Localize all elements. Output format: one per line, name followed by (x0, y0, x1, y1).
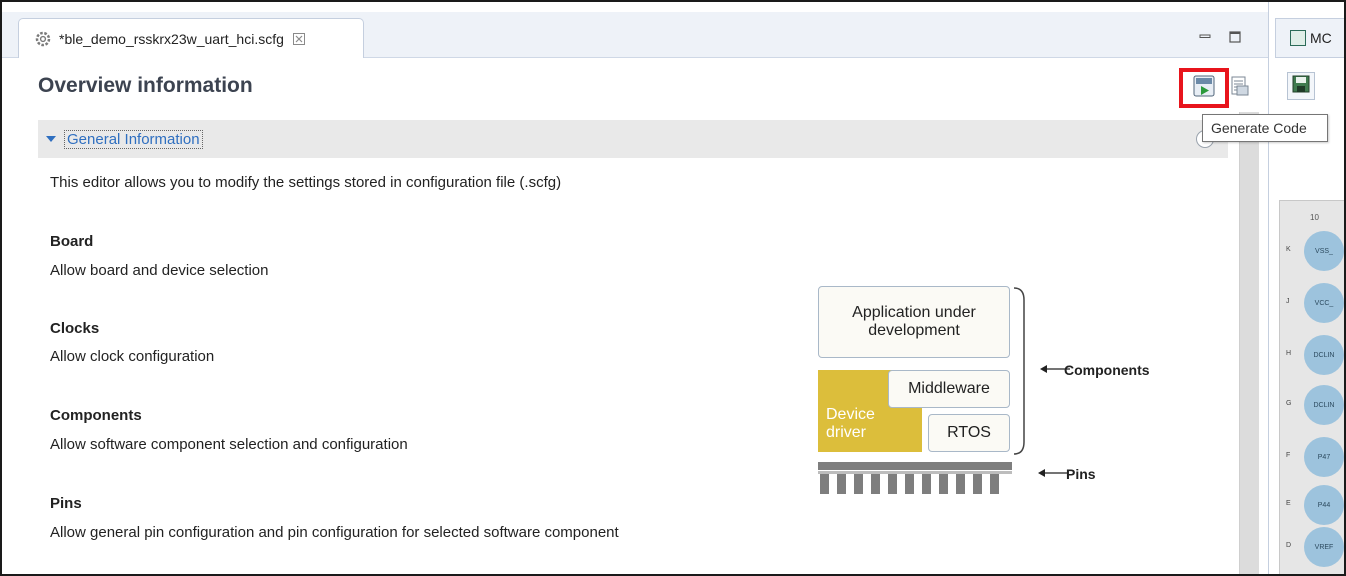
device-driver-label: Device driver (826, 406, 875, 441)
save-button[interactable] (1287, 72, 1315, 100)
pin-grid: 10 K VSS_ J VCC_ H DCLIN G DCLIN F P47 E… (1279, 200, 1344, 574)
pin-row-label: K (1286, 246, 1291, 253)
minimize-icon[interactable] (1198, 30, 1212, 44)
pin-row: G DCLIN (1280, 385, 1344, 425)
item-desc-components: Allow software component selection and c… (50, 436, 408, 453)
pin-circle[interactable]: DCLIN (1304, 335, 1344, 375)
page-title: Overview information (38, 74, 253, 97)
pin-row-label: F (1286, 452, 1291, 459)
middleware-label: Middleware (908, 380, 990, 397)
components-label: Components (1064, 362, 1150, 378)
editor-tab[interactable]: *ble_demo_rsskrx23w_uart_hci.scfg (18, 18, 364, 58)
pin-row-label: G (1286, 400, 1292, 407)
mcu-tab[interactable]: MC (1275, 18, 1344, 58)
pin-row: D VREF (1280, 527, 1344, 567)
item-heading-clocks: Clocks (50, 320, 100, 337)
pins-strip (818, 462, 1012, 494)
window-frame: *ble_demo_rsskrx23w_uart_hci.scfg Overvi… (0, 0, 1346, 576)
pin-row-label: E (1286, 500, 1291, 507)
item-desc-board: Allow board and device selection (50, 262, 269, 279)
pins-label: Pins (1066, 466, 1096, 482)
item-heading-board: Board (50, 233, 94, 250)
item-desc-pins: Allow general pin configuration and pin … (50, 524, 619, 541)
save-icon (1292, 75, 1310, 98)
vertical-scrollbar[interactable] (1239, 112, 1259, 574)
gear-icon (33, 29, 53, 49)
pin-row: K VSS_ (1280, 231, 1344, 271)
generate-report-icon (1231, 76, 1249, 101)
pin-row: E P44 (1280, 485, 1344, 525)
architecture-diagram: Application under development Device dri… (812, 286, 1162, 506)
mcu-tab-label: MC (1310, 30, 1332, 46)
pin-row-label: D (1286, 542, 1292, 549)
generate-code-button[interactable] (1179, 68, 1229, 108)
config-editor: *ble_demo_rsskrx23w_uart_hci.scfg Overvi… (2, 2, 1268, 574)
item-heading-pins: Pins (50, 495, 82, 512)
pin-row: J VCC_ (1280, 283, 1344, 323)
pin-circle[interactable]: P44 (1304, 485, 1344, 525)
editor-tabbar: *ble_demo_rsskrx23w_uart_hci.scfg (2, 12, 1268, 58)
pins-arrow-icon (1038, 469, 1068, 477)
pin-circle[interactable]: VCC_ (1304, 283, 1344, 323)
rtos-label: RTOS (947, 424, 991, 441)
generate-code-icon (1193, 75, 1215, 102)
editor-tab-label: *ble_demo_rsskrx23w_uart_hci.scfg (59, 30, 284, 47)
item-desc-clocks: Allow clock configuration (50, 348, 215, 365)
pin-circle[interactable]: VREF (1304, 527, 1344, 567)
chip-icon (1290, 30, 1306, 46)
middleware-box: Middleware (888, 370, 1010, 408)
maximize-icon[interactable] (1228, 30, 1242, 44)
pin-row: F P47 (1280, 437, 1344, 477)
intro-text: This editor allows you to modify the set… (50, 174, 562, 191)
pin-row: H DCLIN (1280, 335, 1344, 375)
pin-circle[interactable]: VSS_ (1304, 231, 1344, 271)
components-bracket (1013, 287, 1025, 455)
generate-code-tooltip: Generate Code (1202, 114, 1328, 142)
device-driver-notch (818, 370, 882, 396)
pin-row-label: H (1286, 350, 1292, 357)
generate-report-button[interactable] (1231, 76, 1249, 101)
pin-row-label: J (1286, 298, 1290, 305)
mcu-package-view: MC 10 K VSS_ J VCC_ H DCLIN G DCLIN F P4… (1268, 2, 1344, 574)
pin-circle[interactable]: P47 (1304, 437, 1344, 477)
pin-column-header: 10 (1310, 213, 1319, 222)
application-box: Application under development (818, 286, 1010, 358)
rtos-box: RTOS (928, 414, 1010, 452)
pin-circle[interactable]: DCLIN (1304, 385, 1344, 425)
section-title-link[interactable]: General Information (64, 129, 203, 149)
expand-arrow-icon[interactable] (46, 134, 56, 144)
view-controls (1198, 30, 1242, 44)
close-icon[interactable] (292, 32, 306, 46)
section-general-information[interactable]: General Information (38, 120, 1228, 158)
item-heading-components: Components (50, 407, 142, 424)
application-label: Application under development (852, 304, 976, 339)
